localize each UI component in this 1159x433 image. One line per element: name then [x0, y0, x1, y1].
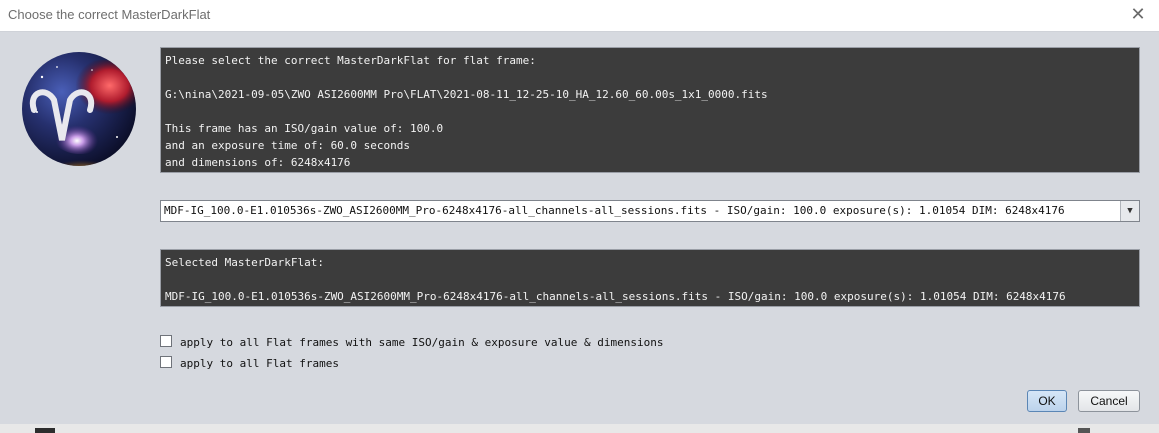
close-icon[interactable]: ✕ — [1127, 3, 1149, 25]
iso-gain-text: This frame has an ISO/gain value of: 100… — [165, 122, 444, 135]
dropdown-selected-value: MDF-IG_100.0-E1.010536s-ZWO_ASI2600MM_Pr… — [164, 204, 1065, 217]
info-heading: Please select the correct MasterDarkFlat… — [165, 54, 536, 67]
selected-heading: Selected MasterDarkFlat: — [165, 256, 324, 269]
background-fragment — [1078, 428, 1090, 433]
apply-same-label: apply to all Flat frames with same ISO/g… — [180, 336, 664, 349]
app-logo — [22, 52, 136, 166]
dimensions-text: and dimensions of: 6248x4176 — [165, 156, 351, 169]
masterdarkflat-dropdown[interactable]: MDF-IG_100.0-E1.010536s-ZWO_ASI2600MM_Pr… — [160, 200, 1140, 222]
apply-all-label: apply to all Flat frames — [180, 357, 339, 370]
flat-file-path: G:\nina\2021-09-05\ZWO ASI2600MM Pro\FLA… — [165, 88, 768, 101]
window-title: Choose the correct MasterDarkFlat — [8, 7, 211, 22]
apply-all-checkbox[interactable] — [160, 356, 172, 368]
cancel-button[interactable]: Cancel — [1078, 390, 1140, 412]
apply-all-checkbox-row[interactable]: apply to all Flat frames — [160, 355, 360, 373]
apply-same-checkbox-row[interactable]: apply to all Flat frames with same ISO/g… — [160, 334, 700, 352]
background-fragment — [35, 428, 55, 433]
title-bar: Choose the correct MasterDarkFlat ✕ — [0, 0, 1159, 32]
selected-masterdarkflat-panel: Selected MasterDarkFlat: MDF-IG_100.0-E1… — [160, 249, 1140, 307]
nebula-logo-image — [22, 52, 136, 166]
apply-same-checkbox[interactable] — [160, 335, 172, 347]
flat-frame-info-panel: Please select the correct MasterDarkFlat… — [160, 47, 1140, 173]
background-window-strip — [0, 424, 1159, 433]
selected-value: MDF-IG_100.0-E1.010536s-ZWO_ASI2600MM_Pr… — [165, 290, 1066, 303]
exposure-text: and an exposure time of: 60.0 seconds — [165, 139, 411, 152]
chevron-down-icon[interactable]: ▼ — [1120, 201, 1139, 221]
ok-button[interactable]: OK — [1027, 390, 1067, 412]
dialog-body: Please select the correct MasterDarkFlat… — [0, 32, 1159, 424]
